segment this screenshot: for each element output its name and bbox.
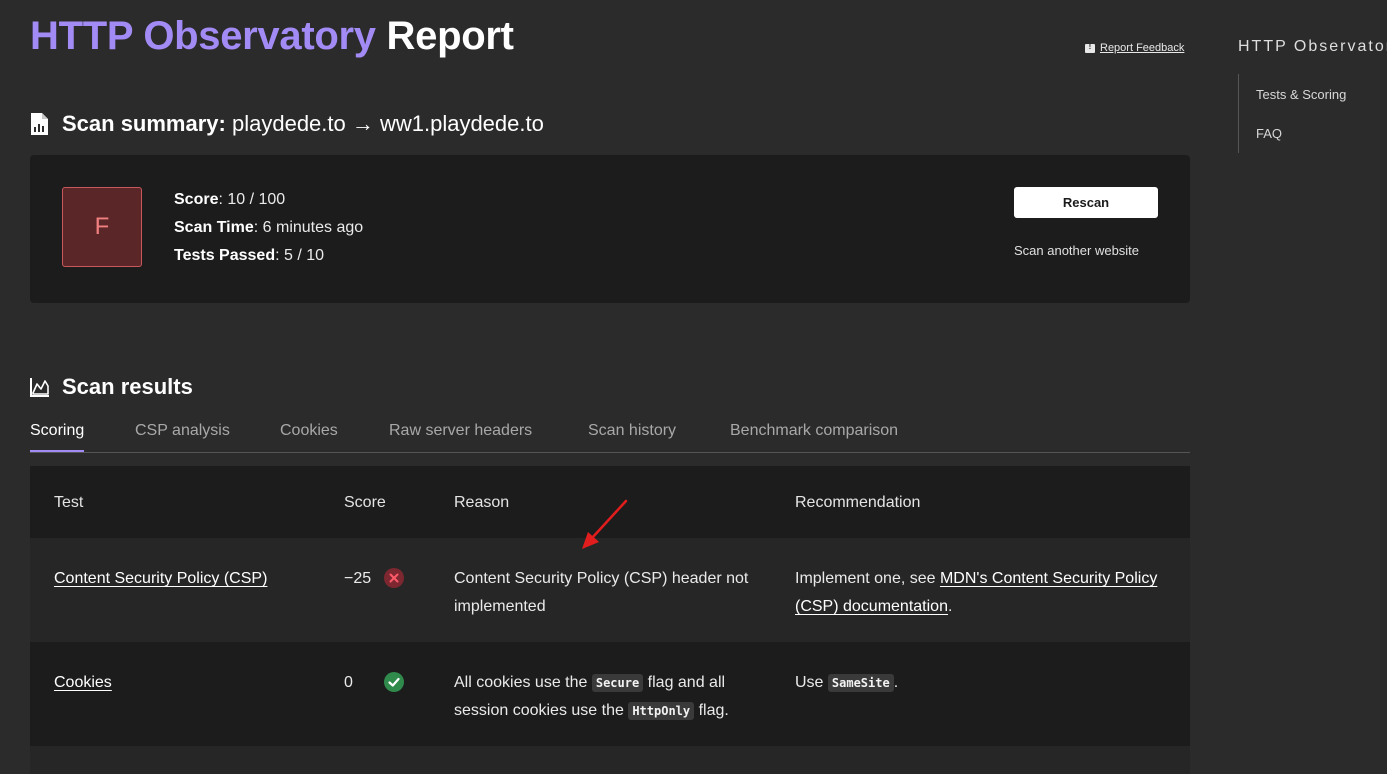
- recommendation-suffix: .: [893, 674, 899, 691]
- recommendation-cell: Implement one, see MDN's Content Securit…: [795, 565, 1175, 621]
- scan-summary-heading: Scan summary: playdede.to → ww1.playdede…: [30, 111, 544, 137]
- tab-raw-server-headers[interactable]: Raw server headers: [389, 422, 532, 440]
- score-value: : 10 / 100: [218, 191, 286, 208]
- test-name-cell: Cookies: [54, 669, 112, 697]
- httponly-flag-code: HttpOnly: [628, 702, 695, 720]
- scan-results-label: Scan results: [62, 374, 193, 399]
- rescan-button[interactable]: Rescan: [1014, 187, 1158, 218]
- pass-check-icon: [384, 672, 404, 692]
- tab-scoring[interactable]: Scoring: [30, 422, 85, 452]
- test-name-cell: Content Security Policy (CSP): [54, 565, 267, 593]
- tests-passed-stat: Tests Passed: 5 / 10: [174, 247, 324, 265]
- feedback-icon: [1085, 42, 1095, 53]
- tab-csp-analysis[interactable]: CSP analysis: [135, 422, 230, 440]
- scan-time-stat: Scan Time: 6 minutes ago: [174, 219, 363, 237]
- fail-x-icon: [384, 568, 404, 588]
- score-value-cell: 0: [344, 674, 353, 691]
- scan-summary-hosts: playdede.to → ww1.playdede.to: [231, 111, 544, 136]
- red-annotation-arrow-icon: [582, 499, 628, 549]
- page-title-rest: Report: [386, 14, 514, 58]
- tab-benchmark-comparison[interactable]: Benchmark comparison: [730, 422, 898, 440]
- report-document-icon: [31, 113, 48, 135]
- side-nav-title: HTTP Observator: [1238, 38, 1387, 55]
- side-nav-item-faq[interactable]: FAQ: [1256, 126, 1282, 141]
- samesite-code: SameSite: [827, 674, 894, 692]
- reason-cell: Content Security Policy (CSP) header not…: [454, 570, 749, 615]
- tab-scan-history[interactable]: Scan history: [588, 422, 676, 440]
- reason-cell: All cookies use the Secure flag and all …: [454, 669, 774, 725]
- score-label: Score: [174, 191, 219, 208]
- scan-summary-label: Scan summary:: [62, 111, 226, 136]
- side-nav-list: Tests & Scoring FAQ: [1238, 74, 1387, 153]
- tests-passed-label: Tests Passed: [174, 247, 276, 264]
- scan-another-website-link[interactable]: Scan another website: [1014, 243, 1139, 258]
- scan-time-label: Scan Time: [174, 219, 254, 236]
- report-feedback-label: Report Feedback: [1100, 42, 1185, 54]
- page-title: HTTP Observatory Report: [30, 14, 514, 59]
- scan-results-heading: Scan results: [30, 374, 193, 400]
- tab-cookies[interactable]: Cookies: [280, 422, 338, 440]
- side-nav: HTTP Observator Tests & Scoring FAQ: [1238, 38, 1387, 153]
- area-chart-icon: [30, 378, 49, 397]
- test-link-csp[interactable]: Content Security Policy (CSP): [54, 570, 267, 587]
- page-title-accent: HTTP Observatory: [30, 14, 376, 58]
- reason-text: flag.: [694, 702, 729, 719]
- column-header-reason: Reason: [454, 494, 510, 511]
- tests-passed-value: : 5 / 10: [275, 247, 325, 264]
- side-nav-item-tests-scoring[interactable]: Tests & Scoring: [1256, 87, 1346, 102]
- score-value-cell: −25: [344, 570, 372, 587]
- column-header-score: Score: [344, 494, 386, 511]
- column-header-recommendation: Recommendation: [795, 494, 921, 511]
- summary-card: F Score: 10 / 100 Scan Time: 6 minutes a…: [30, 155, 1190, 303]
- recommendation-suffix: .: [947, 598, 953, 615]
- scan-time-value: : 6 minutes ago: [253, 219, 364, 236]
- recommendation-prefix: Implement one, see: [795, 570, 940, 587]
- report-feedback-link[interactable]: Report Feedback: [1085, 42, 1184, 54]
- results-tabs: Scoring CSP analysis Cookies Raw server …: [30, 420, 1190, 453]
- column-header-test: Test: [54, 494, 84, 511]
- table-row: Content Security Policy (CSP) −25 Conten…: [30, 538, 1190, 642]
- grade-badge: F: [62, 187, 142, 267]
- reason-text: All cookies use the: [454, 674, 592, 691]
- secure-flag-code: Secure: [591, 674, 644, 692]
- test-link-cookies[interactable]: Cookies: [54, 674, 112, 691]
- table-row: Cookies 0 All cookies use the Secure fla…: [30, 642, 1190, 746]
- recommendation-cell: Use SameSite.: [795, 669, 1175, 697]
- score-stat: Score: 10 / 100: [174, 191, 285, 209]
- table-row: [30, 746, 1190, 774]
- recommendation-prefix: Use: [795, 674, 828, 691]
